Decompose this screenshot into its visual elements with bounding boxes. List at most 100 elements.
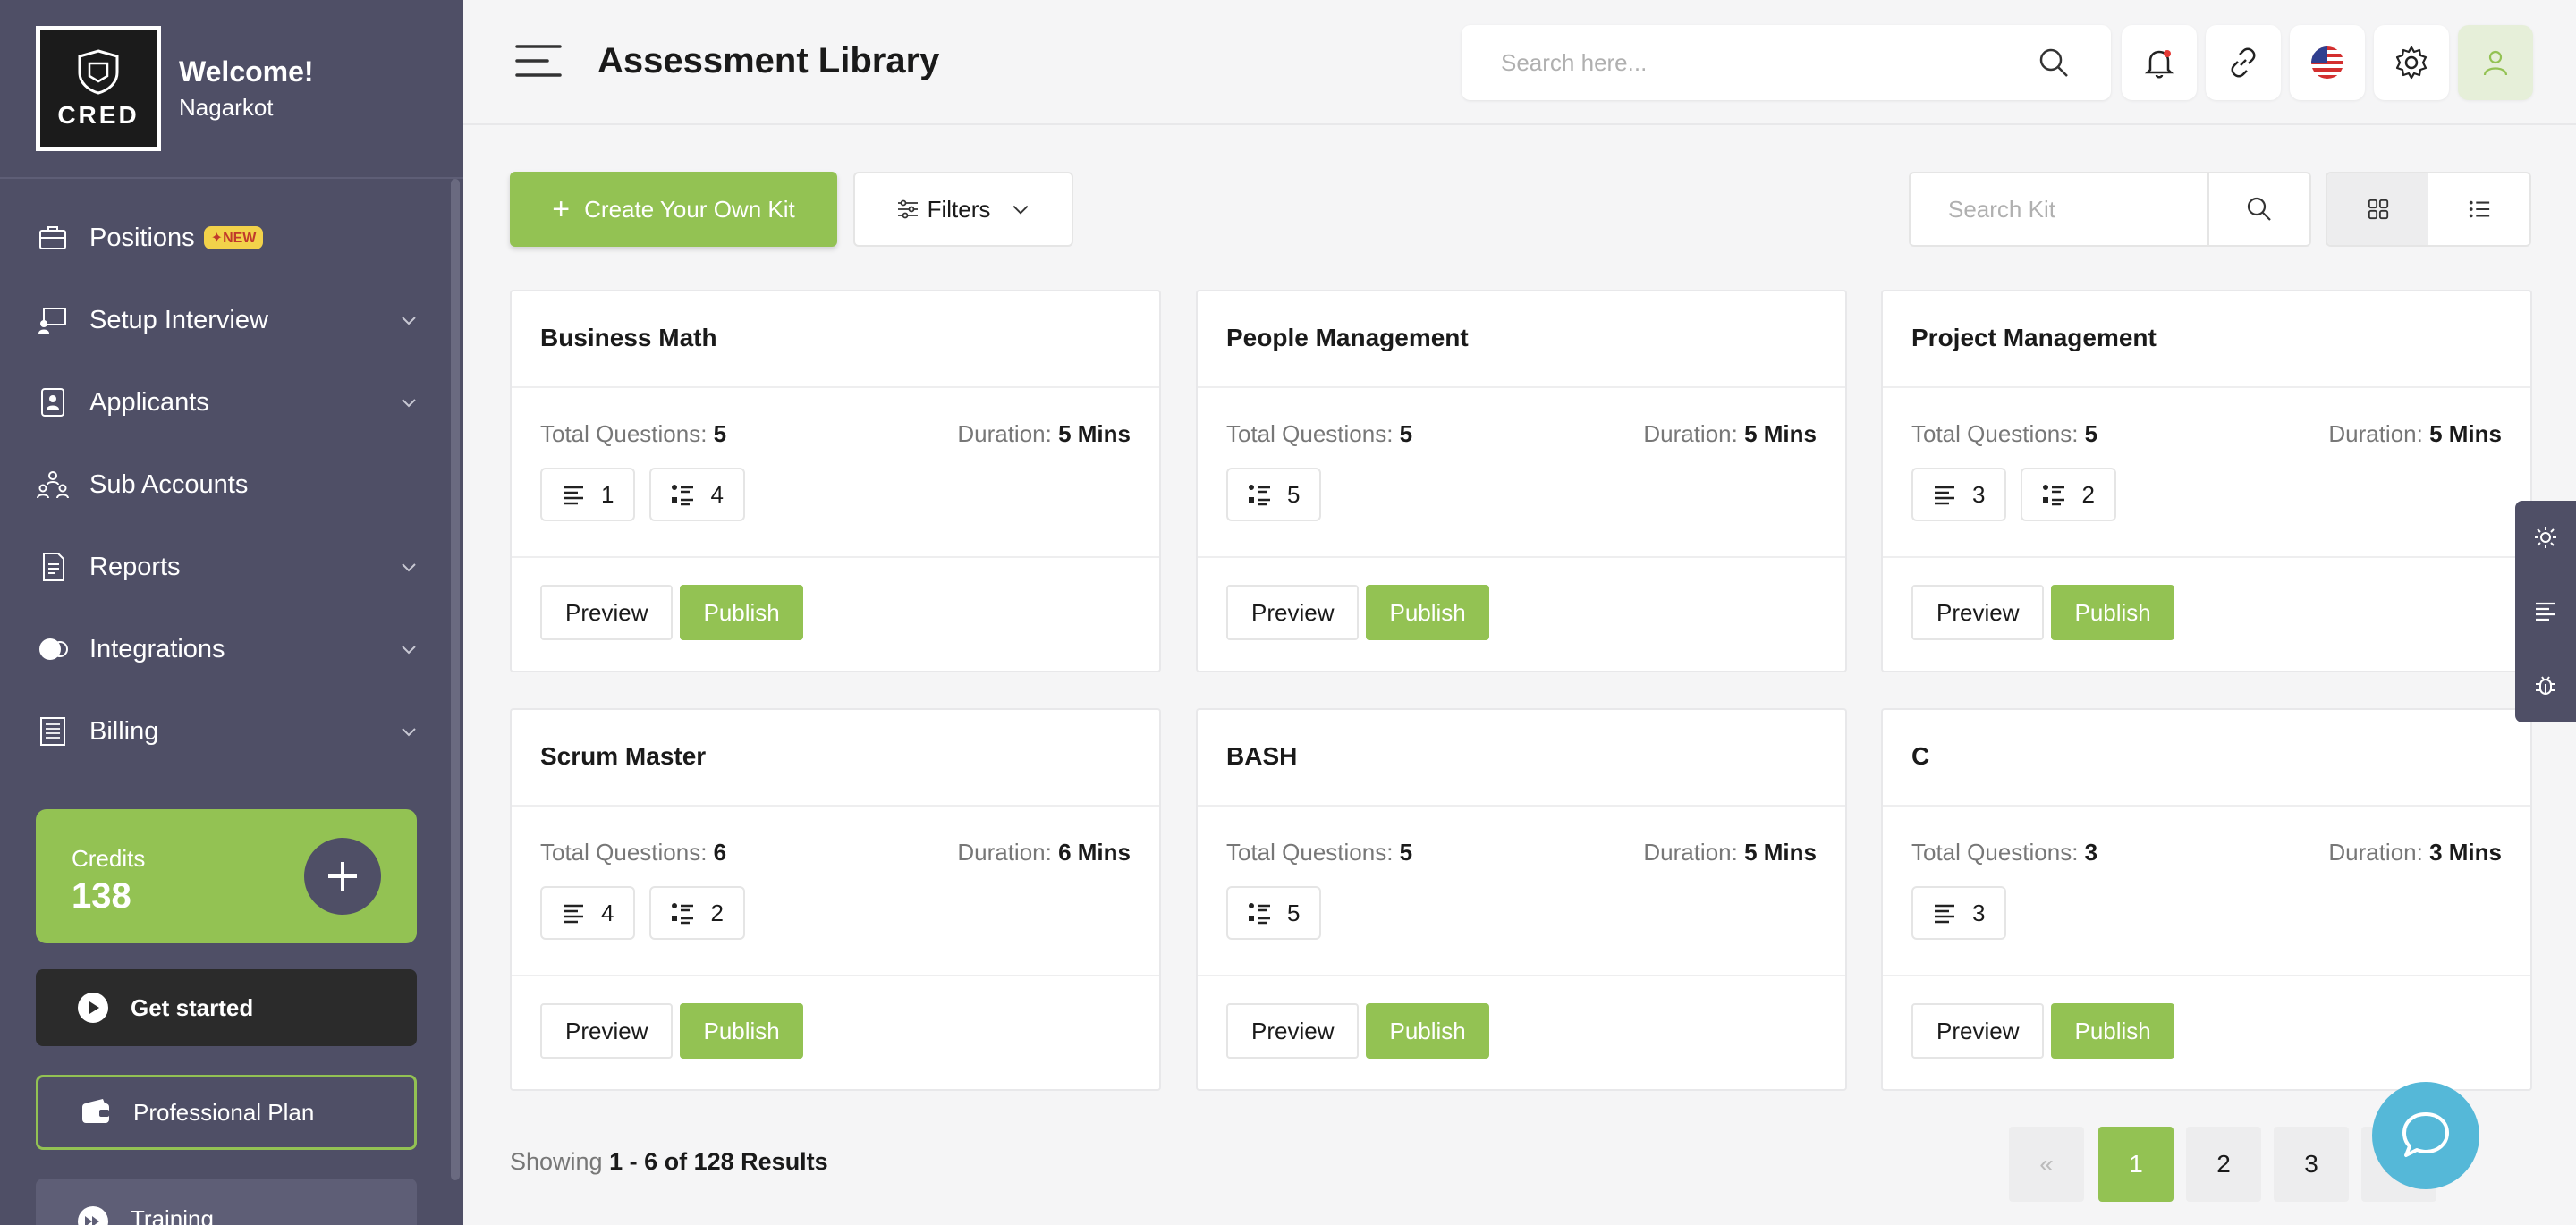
pagination-page-2[interactable]: 2 [2186,1127,2261,1202]
link-icon [2231,47,2256,78]
profile-button[interactable] [2458,25,2533,100]
publish-button[interactable]: Publish [680,585,803,640]
publish-button[interactable]: Publish [2051,585,2174,640]
cred-logo[interactable]: CRED [36,26,161,151]
global-search [1462,25,2111,100]
question-type-chip: 3 [1911,886,2007,940]
plus-icon: + [552,191,571,226]
total-questions: Total Questions: 6 [540,839,726,866]
question-type-chip: 3 [1911,468,2007,521]
sidebar-item-setup-interview[interactable]: Setup Interview [0,279,463,361]
question-type-chip: 5 [1226,468,1322,521]
preview-button[interactable]: Preview [540,1003,674,1059]
chip-count: 3 [1972,480,1986,508]
sidebar-item-sub-accounts[interactable]: Sub Accounts [0,444,463,526]
sidebar-item-reports[interactable]: Reports [0,526,463,608]
total-questions-label: Total Questions: [1911,420,2079,447]
total-questions: Total Questions: 5 [1911,420,2097,448]
team-icon [36,468,70,502]
bug-icon[interactable] [2533,673,2558,698]
preview-button[interactable]: Preview [1911,1003,2045,1059]
sidebar-item-integrations[interactable]: Integrations [0,608,463,690]
question-type-chip: 5 [1226,886,1322,940]
page-number: 3 [2304,1150,2318,1178]
shield-logo-icon [78,49,119,95]
publish-button[interactable]: Publish [680,1003,803,1059]
language-selector[interactable] [2290,25,2365,100]
report-document-icon [36,550,70,584]
question-type-chips: 32 [1911,468,2502,521]
question-type-chips: 42 [540,886,1131,940]
plus-icon [328,862,357,891]
publish-button[interactable]: Publish [1366,585,1489,640]
chat-widget-button[interactable] [2372,1082,2479,1189]
sidebar-item-applicants[interactable]: Applicants [0,361,463,444]
kit-details: Total Questions: 5 Duration: 5 Mins 3 2 [1883,388,2530,558]
question-type-chips: 3 [1911,886,2502,940]
kit-title: Business Math [512,291,1159,388]
preview-button[interactable]: Preview [1226,1003,1360,1059]
publish-button[interactable]: Publish [1366,1003,1489,1059]
duration-value: 5 Mins [1744,839,1817,866]
mcq-list-icon [671,483,710,506]
add-credits-button[interactable] [304,838,381,915]
pagination-page-1[interactable]: 1 [2098,1127,2174,1202]
logo-text: CRED [57,101,140,129]
total-questions-value: 5 [2084,420,2098,447]
brand-header: CRED Welcome! Nagarkot [0,0,463,179]
list-view-button[interactable] [2428,173,2529,245]
page-number: 1 [2129,1150,2143,1178]
pagination-page-3[interactable]: 3 [2274,1127,2349,1202]
us-flag-icon [2311,46,2343,79]
training-button[interactable]: Training [36,1179,417,1225]
sidebar-item-positions[interactable]: Positions ✦NEW [0,197,463,279]
kit-actions: Preview Publish [1198,558,1845,640]
pagination-prev-button[interactable]: « [2009,1127,2084,1202]
preview-button[interactable]: Preview [1226,585,1360,640]
preview-button[interactable]: Preview [1911,585,2045,640]
grid-view-button[interactable] [2327,173,2428,245]
sidebar-item-billing[interactable]: Billing [0,690,463,773]
total-questions-label: Total Questions: [540,839,708,866]
duration-value: 5 Mins [1744,420,1817,447]
professional-plan-button[interactable]: Professional Plan [36,1075,417,1150]
chip-count: 2 [2081,480,2095,508]
link-button[interactable] [2206,25,2281,100]
invoice-icon [36,714,70,748]
duration: Duration: 3 Mins [2328,839,2502,866]
kit-details: Total Questions: 5 Duration: 5 Mins 5 [1198,388,1845,558]
global-search-input[interactable] [1462,25,1998,100]
kit-search-input[interactable] [1911,173,2207,245]
prev-icon: « [2039,1150,2054,1178]
chevron-down-icon [402,317,416,325]
notifications-button[interactable] [2122,25,2197,100]
interview-monitor-icon [36,303,70,337]
preview-button[interactable]: Preview [540,585,674,640]
question-type-chips: 5 [1226,886,1817,940]
publish-button[interactable]: Publish [2051,1003,2174,1059]
menu-toggle-icon[interactable] [515,43,562,79]
sun-icon[interactable] [2533,525,2558,550]
training-label: Training [131,1205,214,1225]
duration-label: Duration: [957,839,1052,866]
duration-label: Duration: [1643,420,1738,447]
play-circle-icon [78,993,108,1023]
total-questions: Total Questions: 5 [540,420,726,448]
duration: Duration: 5 Mins [1643,839,1817,866]
search-icon[interactable] [2038,46,2070,79]
kit-stats: Total Questions: 5 Duration: 5 Mins [540,420,1131,448]
kit-actions: Preview Publish [512,558,1159,640]
align-left-icon[interactable] [2533,599,2558,624]
text-lines-icon [1933,483,1972,506]
sidebar-scrollbar[interactable] [451,179,460,1180]
settings-button[interactable] [2374,25,2449,100]
create-kit-button[interactable]: + Create Your Own Kit [510,172,837,247]
sidebar-item-label: Reports [89,552,181,581]
get-started-button[interactable]: Get started [36,969,417,1046]
positions-label-wrap: Positions ✦NEW [89,224,419,253]
filters-dropdown[interactable]: Filters [853,172,1073,247]
mcq-list-icon [1248,901,1287,925]
kit-card: Project Management Total Questions: 5 Dura… [1881,290,2532,672]
kit-search-button[interactable] [2207,173,2309,245]
sidebar: CRED Welcome! Nagarkot Positions ✦NEW Se… [0,0,463,1225]
